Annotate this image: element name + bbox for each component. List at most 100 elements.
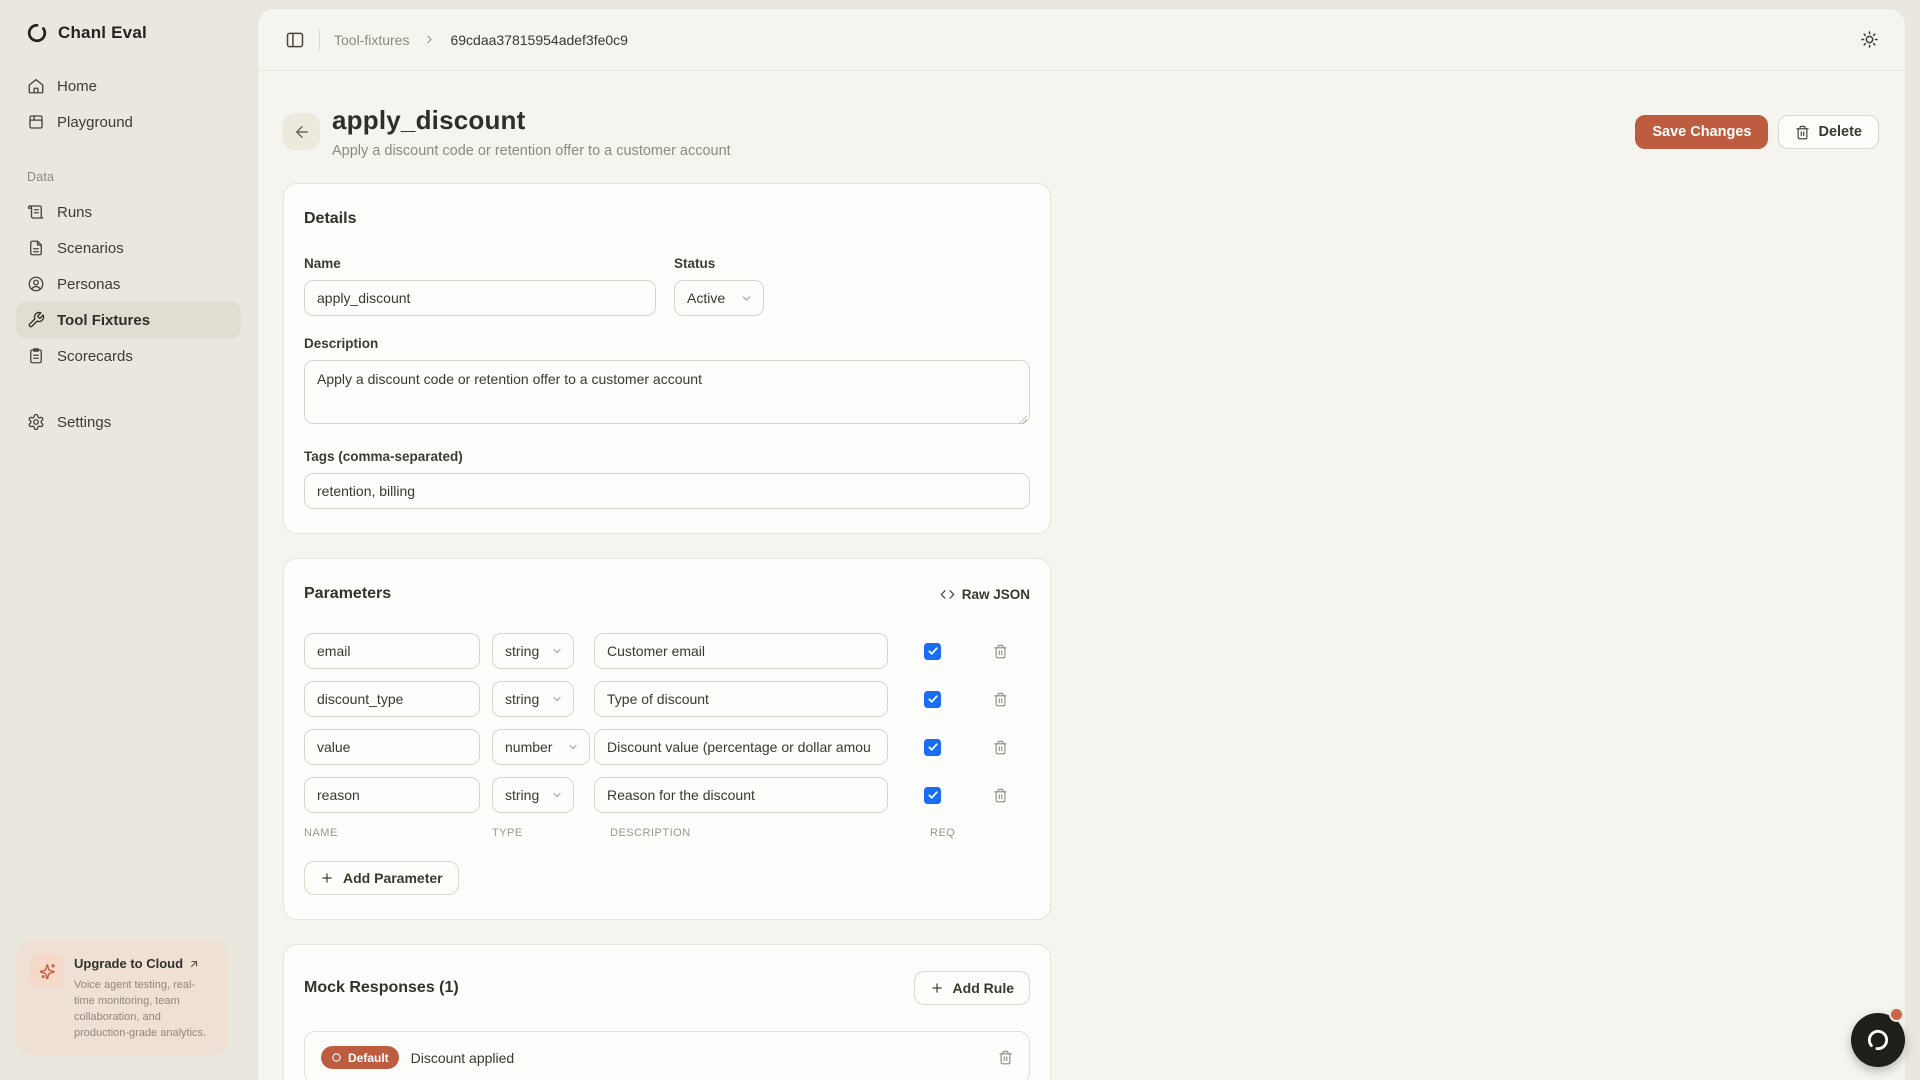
code-icon bbox=[940, 587, 955, 602]
sidebar-item-settings[interactable]: Settings bbox=[16, 404, 241, 440]
sidebar-item-label: Settings bbox=[57, 414, 111, 431]
param-name-input[interactable] bbox=[304, 729, 480, 765]
sidebar-item-playground[interactable]: Playground bbox=[16, 104, 241, 140]
main-panel: Tool-fixtures 69cdaa37815954adef3fe0c9 a… bbox=[257, 8, 1906, 1080]
page-header: apply_discount Apply a discount code or … bbox=[283, 105, 1879, 159]
add-rule-button[interactable]: Add Rule bbox=[914, 971, 1030, 1005]
raw-json-label: Raw JSON bbox=[962, 587, 1030, 602]
parameter-column-labels: NAME TYPE DESCRIPTION REQ bbox=[304, 827, 1030, 839]
required-checkbox[interactable] bbox=[924, 739, 941, 756]
column-label-description: DESCRIPTION bbox=[610, 827, 930, 839]
sidebar-item-personas[interactable]: Personas bbox=[16, 266, 241, 302]
param-type-select[interactable]: string bbox=[492, 633, 574, 669]
breadcrumb-current: 69cdaa37815954adef3fe0c9 bbox=[450, 32, 628, 48]
tags-label: Tags (comma-separated) bbox=[304, 449, 1030, 464]
trash-icon bbox=[1795, 125, 1810, 140]
status-value: Active bbox=[687, 290, 732, 306]
mock-rule-row: Default Discount applied bbox=[304, 1031, 1030, 1080]
scroll-icon bbox=[27, 203, 45, 221]
wrench-icon bbox=[27, 311, 45, 329]
parameters-card: Parameters Raw JSON string bbox=[283, 558, 1051, 920]
description-textarea[interactable]: Apply a discount code or retention offer… bbox=[304, 360, 1030, 424]
mock-responses-card: Mock Responses (1) Add Rule Default Disc… bbox=[283, 944, 1051, 1080]
sidebar-item-tool-fixtures[interactable]: Tool Fixtures bbox=[16, 302, 241, 338]
parameter-rows: string string bbox=[304, 633, 1030, 813]
required-checkbox[interactable] bbox=[924, 643, 941, 660]
delete-button-label: Delete bbox=[1818, 124, 1862, 140]
param-type-select[interactable]: string bbox=[492, 681, 574, 717]
param-description-input[interactable] bbox=[594, 777, 888, 813]
chevron-right-icon bbox=[423, 33, 436, 46]
parameters-title: Parameters bbox=[304, 585, 391, 603]
file-text-icon bbox=[27, 239, 45, 257]
name-input[interactable] bbox=[304, 280, 656, 316]
param-name-input[interactable] bbox=[304, 633, 480, 669]
param-type-select[interactable]: string bbox=[492, 777, 574, 813]
delete-parameter-button[interactable] bbox=[993, 788, 1008, 803]
param-type-value: string bbox=[505, 691, 543, 707]
name-label: Name bbox=[304, 256, 656, 271]
default-badge: Default bbox=[321, 1046, 399, 1069]
chevron-down-icon bbox=[551, 789, 563, 801]
sidebar-item-label: Playground bbox=[57, 114, 133, 131]
chevron-down-icon bbox=[551, 693, 563, 705]
tags-input[interactable] bbox=[304, 473, 1030, 509]
sidebar-item-scorecards[interactable]: Scorecards bbox=[16, 338, 241, 374]
app-logo: Chanl Eval bbox=[16, 18, 241, 46]
sidebar-item-scenarios[interactable]: Scenarios bbox=[16, 230, 241, 266]
plus-icon bbox=[930, 981, 944, 995]
param-name-input[interactable] bbox=[304, 681, 480, 717]
delete-rule-button[interactable] bbox=[998, 1050, 1013, 1065]
topbar-divider bbox=[319, 30, 320, 50]
breadcrumb-parent[interactable]: Tool-fixtures bbox=[334, 32, 409, 48]
user-circle-icon bbox=[27, 275, 45, 293]
plus-icon bbox=[320, 871, 334, 885]
sidebar-item-runs[interactable]: Runs bbox=[16, 194, 241, 230]
required-checkbox[interactable] bbox=[924, 787, 941, 804]
details-title: Details bbox=[304, 210, 356, 228]
column-label-type: TYPE bbox=[492, 827, 610, 839]
param-description-input[interactable] bbox=[594, 729, 888, 765]
param-type-select[interactable]: number bbox=[492, 729, 590, 765]
raw-json-button[interactable]: Raw JSON bbox=[940, 587, 1030, 602]
status-select[interactable]: Active bbox=[674, 280, 764, 316]
column-label-name: NAME bbox=[304, 827, 492, 839]
save-changes-button[interactable]: Save Changes bbox=[1635, 115, 1768, 149]
notification-dot bbox=[1889, 1007, 1904, 1022]
param-type-value: string bbox=[505, 643, 543, 659]
arrow-up-right-icon bbox=[188, 958, 200, 970]
back-button[interactable] bbox=[283, 113, 320, 150]
sidebar-nav: Home Playground Data Runs Scenarios Pe bbox=[16, 68, 241, 440]
resize-grip[interactable] bbox=[1018, 415, 1027, 424]
page-title: apply_discount bbox=[332, 105, 731, 136]
sidebar: Chanl Eval Home Playground Data Runs bbox=[0, 0, 257, 1080]
param-description-input[interactable] bbox=[594, 681, 888, 717]
sidebar-toggle-button[interactable] bbox=[285, 30, 305, 50]
parameter-row: number bbox=[304, 729, 1030, 765]
mock-rule-label: Discount applied bbox=[411, 1050, 515, 1066]
status-label: Status bbox=[674, 256, 764, 271]
add-parameter-button[interactable]: Add Parameter bbox=[304, 861, 459, 895]
delete-parameter-button[interactable] bbox=[993, 692, 1008, 707]
delete-parameter-button[interactable] bbox=[993, 644, 1008, 659]
sidebar-item-label: Tool Fixtures bbox=[57, 312, 150, 329]
upgrade-card[interactable]: Upgrade to Cloud Voice agent testing, re… bbox=[16, 940, 228, 1055]
required-checkbox[interactable] bbox=[924, 691, 941, 708]
column-label-req: REQ bbox=[930, 827, 955, 839]
gear-icon bbox=[27, 413, 45, 431]
theme-toggle-button[interactable] bbox=[1860, 30, 1879, 49]
param-description-input[interactable] bbox=[594, 633, 888, 669]
description-label: Description bbox=[304, 336, 1030, 351]
param-name-input[interactable] bbox=[304, 777, 480, 813]
mock-responses-title: Mock Responses (1) bbox=[304, 979, 459, 997]
parameter-row: string bbox=[304, 633, 1030, 669]
brand-ring-icon bbox=[26, 22, 48, 44]
delete-parameter-button[interactable] bbox=[993, 740, 1008, 755]
param-type-value: number bbox=[505, 739, 559, 755]
delete-button[interactable]: Delete bbox=[1778, 115, 1879, 149]
topbar: Tool-fixtures 69cdaa37815954adef3fe0c9 bbox=[258, 9, 1905, 71]
sidebar-item-home[interactable]: Home bbox=[16, 68, 241, 104]
default-badge-label: Default bbox=[348, 1051, 389, 1065]
sidebar-item-label: Home bbox=[57, 78, 97, 95]
target-icon bbox=[331, 1052, 342, 1063]
